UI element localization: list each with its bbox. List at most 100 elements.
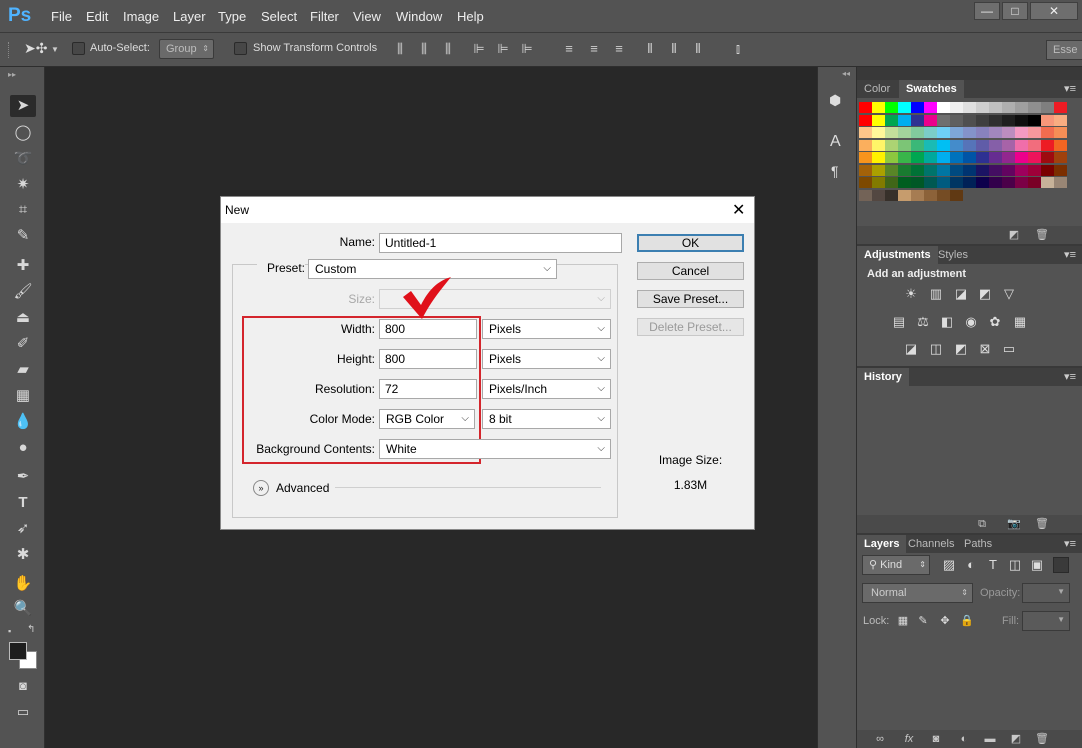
hand-tool-icon[interactable]: ✋: [10, 573, 36, 595]
swatch[interactable]: [1041, 177, 1054, 188]
align-top-icon[interactable]: ⫼: [393, 41, 407, 57]
swatch[interactable]: [1028, 177, 1041, 188]
swatch[interactable]: [937, 139, 950, 151]
swatch[interactable]: [885, 127, 898, 138]
swatch[interactable]: [911, 139, 924, 151]
swatch[interactable]: [950, 114, 963, 126]
zoom-tool-icon[interactable]: 🔍: [10, 598, 36, 620]
swatch[interactable]: [924, 177, 937, 188]
move-tool-icon[interactable]: ➤: [10, 95, 36, 117]
workspace-select[interactable]: Esse: [1046, 40, 1082, 60]
swatch[interactable]: [872, 189, 885, 201]
eraser-tool-icon[interactable]: ▰: [10, 359, 36, 381]
filter-toggle[interactable]: [1053, 557, 1069, 573]
swatch[interactable]: [911, 164, 924, 176]
swatch[interactable]: [924, 164, 937, 176]
panel-menu-icon[interactable]: ▾≡: [1064, 82, 1076, 95]
swatch[interactable]: [1054, 114, 1067, 126]
swatch[interactable]: [911, 152, 924, 163]
swatch[interactable]: [976, 164, 989, 176]
swatch[interactable]: [1041, 164, 1054, 176]
swatch[interactable]: [989, 164, 1002, 176]
swatch[interactable]: [898, 102, 911, 113]
restore-button[interactable]: □: [1002, 2, 1028, 20]
magic-wand-tool-icon[interactable]: ✷: [10, 174, 36, 196]
align-right-icon[interactable]: ⊫: [520, 41, 534, 57]
new-adjustment-layer-icon[interactable]: ◐: [957, 732, 971, 746]
new-document-from-state-icon[interactable]: ⧉: [975, 517, 989, 531]
swatch[interactable]: [937, 152, 950, 163]
swatch[interactable]: [1054, 102, 1067, 113]
lock-transparent-icon[interactable]: ▦: [895, 613, 911, 629]
distribute-bottom-icon[interactable]: ≡: [612, 41, 626, 57]
quick-mask-icon[interactable]: ◙: [10, 675, 36, 697]
collapse-icon[interactable]: ◂◂: [842, 69, 850, 78]
screen-mode-icon[interactable]: ▭: [10, 701, 36, 723]
swatch[interactable]: [976, 139, 989, 151]
swatch[interactable]: [924, 102, 937, 113]
new-layer-icon[interactable]: ◩: [1009, 732, 1023, 746]
menu-select[interactable]: Select: [261, 9, 297, 24]
swatch[interactable]: [872, 164, 885, 176]
swatch[interactable]: [898, 164, 911, 176]
swatch[interactable]: [1002, 177, 1015, 188]
history-brush-tool-icon[interactable]: ✐: [10, 333, 36, 355]
filter-adjustment-icon[interactable]: ◐: [963, 557, 979, 573]
swatch[interactable]: [898, 127, 911, 138]
align-vcenter-icon[interactable]: ⫼: [417, 41, 431, 57]
brush-tool-icon[interactable]: 🖌: [10, 281, 36, 303]
tab-swatches[interactable]: Swatches: [899, 80, 964, 98]
color-mode-select[interactable]: RGB Color ⌵: [379, 409, 475, 429]
swatch[interactable]: [885, 164, 898, 176]
distribute-top-icon[interactable]: ≡: [562, 41, 576, 57]
filter-smart-object-icon[interactable]: ▣: [1029, 557, 1045, 573]
swatch[interactable]: [989, 139, 1002, 151]
bit-depth-select[interactable]: 8 bit ⌵: [482, 409, 611, 429]
menu-filter[interactable]: Filter: [310, 9, 339, 24]
swatch[interactable]: [1002, 164, 1015, 176]
swatch[interactable]: [885, 102, 898, 113]
swatch[interactable]: [872, 127, 885, 138]
swap-colors-icon[interactable]: ↰: [27, 624, 35, 635]
type-tool-icon[interactable]: T: [10, 492, 36, 514]
swatch[interactable]: [911, 189, 924, 201]
eyedropper-tool-icon[interactable]: ✎: [10, 225, 36, 247]
swatch[interactable]: [898, 189, 911, 201]
opacity-input[interactable]: ▼: [1022, 583, 1070, 603]
move-tool-preset-icon[interactable]: ➤✣: [24, 40, 48, 58]
height-unit-select[interactable]: Pixels ⌵: [482, 349, 611, 369]
swatch[interactable]: [1054, 152, 1067, 163]
brightness-contrast-icon[interactable]: ☀: [903, 286, 919, 302]
swatch[interactable]: [898, 177, 911, 188]
background-contents-select[interactable]: White ⌵: [379, 439, 611, 459]
swatch[interactable]: [963, 177, 976, 188]
swatch[interactable]: [859, 114, 872, 126]
swatch[interactable]: [1002, 114, 1015, 126]
swatch[interactable]: [885, 114, 898, 126]
name-input[interactable]: Untitled-1: [379, 233, 622, 253]
width-input[interactable]: 800: [379, 319, 477, 339]
swatch[interactable]: [989, 127, 1002, 138]
swatch[interactable]: [976, 114, 989, 126]
swatch[interactable]: [872, 152, 885, 163]
swatch[interactable]: [963, 102, 976, 113]
gradient-tool-icon[interactable]: ▦: [10, 385, 36, 407]
color-lookup-icon[interactable]: ▦: [1012, 314, 1028, 330]
swatch[interactable]: [859, 139, 872, 151]
swatch[interactable]: [859, 152, 872, 163]
lock-position-icon[interactable]: ✥: [937, 613, 953, 629]
swatch[interactable]: [950, 189, 963, 201]
dodge-tool-icon[interactable]: ●: [10, 437, 36, 459]
swatch[interactable]: [924, 189, 937, 201]
width-unit-select[interactable]: Pixels ⌵: [482, 319, 611, 339]
threshold-icon[interactable]: ◩: [953, 341, 969, 357]
blur-tool-icon[interactable]: 💧: [10, 411, 36, 433]
swatch[interactable]: [989, 102, 1002, 113]
swatch[interactable]: [950, 164, 963, 176]
swatch[interactable]: [924, 152, 937, 163]
swatch[interactable]: [885, 139, 898, 151]
gradient-map-icon[interactable]: ▭: [1001, 341, 1017, 357]
align-hcenter-icon[interactable]: ⊫: [496, 41, 510, 57]
swatch[interactable]: [1002, 139, 1015, 151]
menu-view[interactable]: View: [353, 9, 381, 24]
